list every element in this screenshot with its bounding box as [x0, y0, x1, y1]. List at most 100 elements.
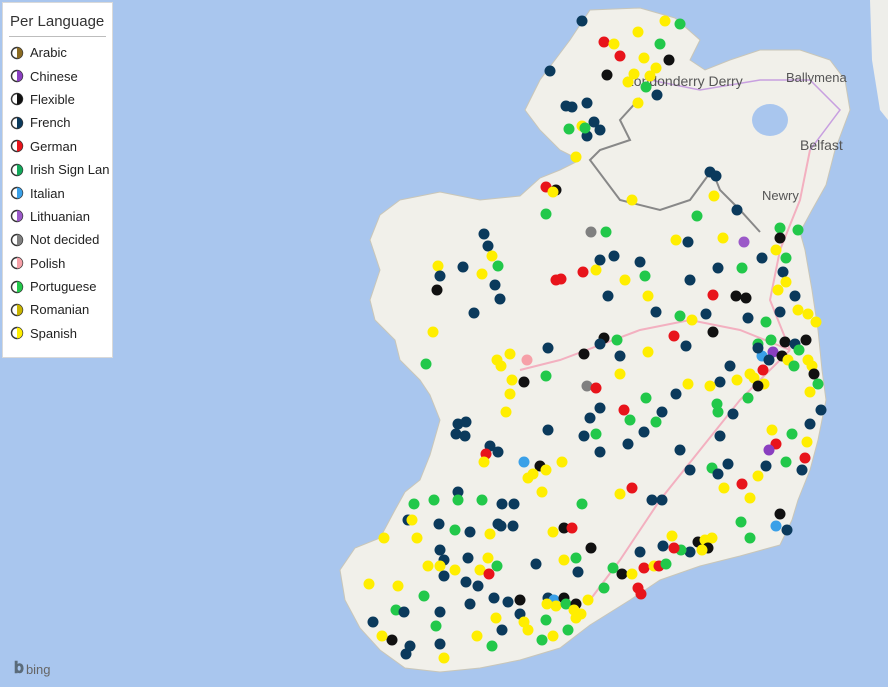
map-point[interactable] — [774, 222, 786, 234]
map-point[interactable] — [696, 544, 708, 556]
map-point[interactable] — [600, 226, 612, 238]
map-point[interactable] — [780, 276, 792, 288]
map-point[interactable] — [478, 228, 490, 240]
legend-item[interactable]: Arabic — [3, 41, 112, 64]
map-point[interactable] — [434, 606, 446, 618]
map-point[interactable] — [432, 260, 444, 272]
map-point[interactable] — [434, 270, 446, 282]
map-point[interactable] — [616, 568, 628, 580]
map-point[interactable] — [752, 342, 764, 354]
map-point[interactable] — [792, 224, 804, 236]
map-point[interactable] — [634, 256, 646, 268]
map-point[interactable] — [594, 124, 606, 136]
map-point[interactable] — [639, 270, 651, 282]
map-point[interactable] — [581, 97, 593, 109]
map-point[interactable] — [742, 312, 754, 324]
map-point[interactable] — [777, 266, 789, 278]
map-point[interactable] — [452, 494, 464, 506]
map-point[interactable] — [752, 380, 764, 392]
map-point[interactable] — [792, 304, 804, 316]
map-point[interactable] — [496, 498, 508, 510]
legend-item[interactable]: Italian — [3, 181, 112, 204]
map-point[interactable] — [576, 15, 588, 27]
map-point[interactable] — [411, 532, 423, 544]
map-point[interactable] — [642, 290, 654, 302]
map-point[interactable] — [434, 560, 446, 572]
map-point[interactable] — [398, 606, 410, 618]
map-point[interactable] — [555, 273, 567, 285]
map-point[interactable] — [504, 388, 516, 400]
map-point[interactable] — [772, 284, 784, 296]
map-point[interactable] — [547, 186, 559, 198]
map-point[interactable] — [408, 498, 420, 510]
map-point[interactable] — [544, 65, 556, 77]
map-point[interactable] — [542, 424, 554, 436]
legend-item[interactable]: German — [3, 135, 112, 158]
map-point[interactable] — [518, 456, 530, 468]
map-point[interactable] — [644, 70, 656, 82]
map-point[interactable] — [457, 261, 469, 273]
map-point[interactable] — [622, 438, 634, 450]
map-point[interactable] — [486, 250, 498, 262]
map-point[interactable] — [763, 354, 775, 366]
map-point[interactable] — [656, 494, 668, 506]
map-point[interactable] — [482, 552, 494, 564]
map-point[interactable] — [594, 446, 606, 458]
map-point[interactable] — [680, 340, 692, 352]
map-point[interactable] — [638, 426, 650, 438]
map-point[interactable] — [506, 374, 518, 386]
map-point[interactable] — [622, 76, 634, 88]
map-point[interactable] — [674, 444, 686, 456]
map-point[interactable] — [656, 406, 668, 418]
legend-item[interactable]: Romanian — [3, 298, 112, 321]
map-point[interactable] — [708, 190, 720, 202]
map-point[interactable] — [804, 386, 816, 398]
map-canvas[interactable]: Londonderry Derry Ballymena Belfast Newr… — [0, 0, 888, 687]
map-point[interactable] — [433, 518, 445, 530]
map-point[interactable] — [717, 232, 729, 244]
map-point[interactable] — [494, 293, 506, 305]
map-point[interactable] — [459, 430, 471, 442]
map-point[interactable] — [770, 520, 782, 532]
map-point[interactable] — [496, 624, 508, 636]
map-point[interactable] — [714, 376, 726, 388]
map-point[interactable] — [638, 562, 650, 574]
map-point[interactable] — [495, 520, 507, 532]
map-point[interactable] — [491, 560, 503, 572]
map-point[interactable] — [464, 598, 476, 610]
map-point[interactable] — [550, 600, 562, 612]
map-point[interactable] — [420, 358, 432, 370]
map-point[interactable] — [614, 50, 626, 62]
map-point[interactable] — [500, 406, 512, 418]
map-point[interactable] — [804, 418, 816, 430]
map-point[interactable] — [607, 562, 619, 574]
map-point[interactable] — [585, 542, 597, 554]
map-point[interactable] — [634, 546, 646, 558]
map-point[interactable] — [724, 360, 736, 372]
map-point[interactable] — [650, 416, 662, 428]
map-point[interactable] — [502, 596, 514, 608]
map-point[interactable] — [674, 18, 686, 30]
map-point[interactable] — [706, 532, 718, 544]
map-point[interactable] — [765, 334, 777, 346]
map-point[interactable] — [608, 38, 620, 50]
map-point[interactable] — [578, 348, 590, 360]
map-point[interactable] — [793, 344, 805, 356]
map-point[interactable] — [800, 334, 812, 346]
map-point[interactable] — [780, 456, 792, 468]
map-point[interactable] — [570, 151, 582, 163]
map-point[interactable] — [449, 524, 461, 536]
map-point[interactable] — [584, 412, 596, 424]
legend-item[interactable]: Spanish — [3, 322, 112, 345]
map-point[interactable] — [489, 279, 501, 291]
map-point[interactable] — [646, 494, 658, 506]
map-point[interactable] — [700, 308, 712, 320]
map-point[interactable] — [367, 616, 379, 628]
map-point[interactable] — [566, 101, 578, 113]
map-point[interactable] — [686, 314, 698, 326]
map-point[interactable] — [786, 428, 798, 440]
map-point[interactable] — [730, 290, 742, 302]
map-point[interactable] — [376, 630, 388, 642]
map-point[interactable] — [418, 590, 430, 602]
map-point[interactable] — [710, 170, 722, 182]
